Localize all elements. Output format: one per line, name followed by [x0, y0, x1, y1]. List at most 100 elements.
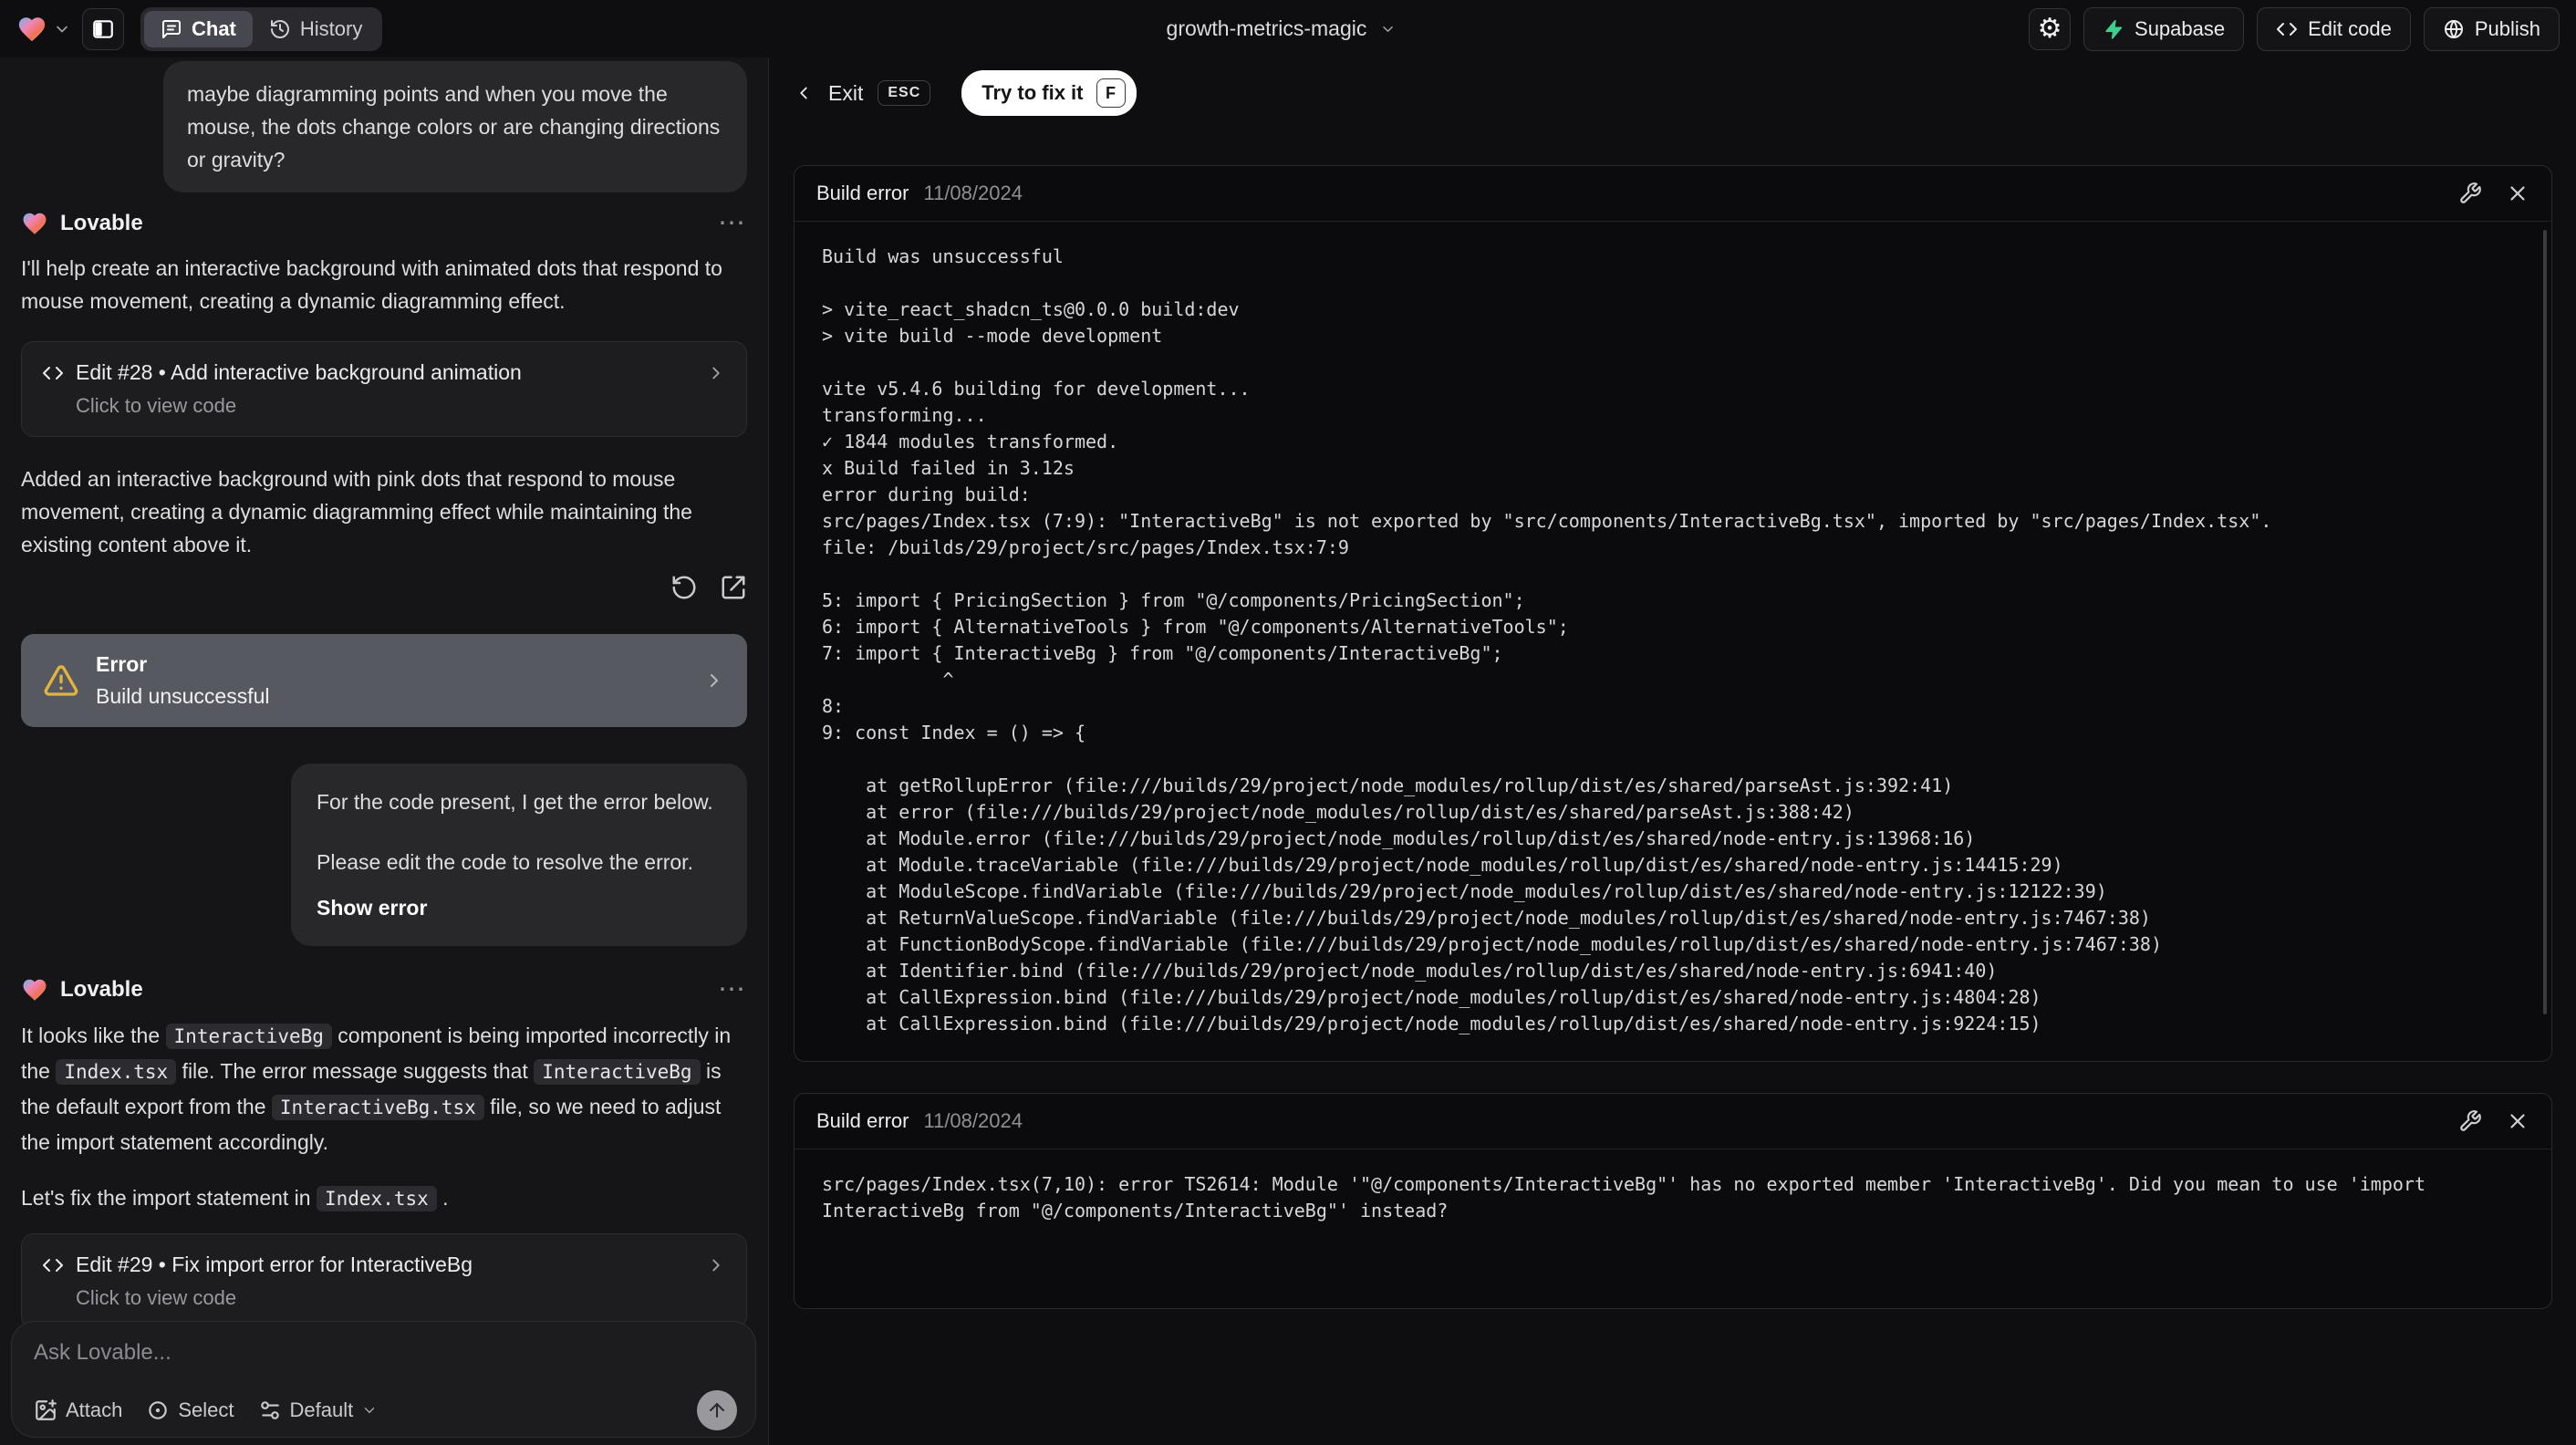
project-name: growth-metrics-magic	[1166, 16, 1367, 40]
tab-history[interactable]: History	[253, 11, 379, 47]
more-options-icon[interactable]: ⋯	[718, 973, 747, 1005]
assistant-message: I'll help create an interactive backgrou…	[21, 256, 722, 313]
edit-code-label: Edit code	[2308, 16, 2392, 40]
assistant-message: Added an interactive background with pin…	[21, 467, 692, 556]
exit-label: Exit	[828, 80, 864, 105]
inline-code: Index.tsx	[316, 1186, 437, 1211]
select-label: Select	[178, 1398, 234, 1421]
mode-label: Default	[289, 1398, 354, 1421]
refresh-icon	[672, 576, 696, 599]
wrench-icon[interactable]	[2458, 1109, 2482, 1133]
user-message: maybe diagramming points and when you mo…	[163, 61, 747, 192]
edit-29-title: Edit #29 • Fix import error for Interact…	[76, 1253, 473, 1276]
f-key-badge: F	[1096, 78, 1126, 108]
user-message-line: Please edit the code to resolve the erro…	[317, 850, 693, 874]
sliders-icon	[260, 1401, 279, 1419]
inline-code: InteractiveBg	[165, 1024, 332, 1049]
supabase-label: Supabase	[2135, 16, 2226, 40]
inline-code: Index.tsx	[56, 1059, 177, 1085]
chat-input[interactable]	[34, 1340, 737, 1380]
tab-chat-label: Chat	[192, 16, 236, 40]
close-icon[interactable]	[2506, 1109, 2529, 1133]
build-error-1-date: 11/08/2024	[923, 182, 1023, 204]
select-button[interactable]: Select	[146, 1398, 234, 1422]
select-target-icon	[149, 1401, 168, 1419]
open-preview-button[interactable]	[720, 574, 747, 601]
inline-code: InteractiveBg.tsx	[271, 1095, 484, 1120]
composer: Attach Select Default	[11, 1321, 756, 1438]
build-error-1-title: Build error	[816, 182, 909, 204]
tab-history-label: History	[299, 16, 363, 40]
settings-button[interactable]: ⚙	[2029, 7, 2072, 50]
edit-29-card[interactable]: Edit #29 • Fix import error for Interact…	[21, 1233, 747, 1329]
supabase-bolt-icon	[2105, 19, 2123, 39]
build-error-1-log[interactable]: Build was unsuccessful > vite_react_shad…	[795, 222, 2551, 1061]
edit-29-subtitle: Click to view code	[76, 1286, 237, 1309]
close-icon[interactable]	[2506, 182, 2529, 205]
build-error-2-date: 11/08/2024	[923, 1109, 1023, 1132]
supabase-button[interactable]: Supabase	[2083, 6, 2245, 51]
gear-icon: ⚙	[2037, 13, 2062, 44]
attach-label: Attach	[66, 1398, 123, 1421]
globe-icon	[2444, 19, 2463, 38]
show-error-link[interactable]: Show error	[317, 891, 427, 924]
try-to-fix-label: Try to fix it	[982, 81, 1084, 104]
send-button[interactable]	[697, 1390, 737, 1430]
try-to-fix-button[interactable]: Try to fix it F	[961, 70, 1137, 116]
build-error-2-log[interactable]: src/pages/Index.tsx(7,10): error TS2614:…	[795, 1149, 2551, 1308]
build-error-panel-2: Build error 11/08/2024 src/pages/Index.t…	[794, 1093, 2552, 1309]
lovable-heart-icon	[18, 16, 46, 41]
chevron-right-icon	[712, 1259, 720, 1271]
assistant-name: Lovable	[60, 976, 143, 1002]
edit-28-card[interactable]: Edit #28 • Add interactive background an…	[21, 341, 747, 437]
publish-button[interactable]: Publish	[2423, 6, 2560, 51]
attach-button[interactable]: Attach	[34, 1398, 122, 1422]
chat-history-tabs: Chat History	[140, 6, 383, 51]
build-error-1-header: Build error 11/08/2024	[795, 166, 2551, 222]
assistant-message: Let's fix the import statement in Index.…	[21, 1181, 747, 1215]
chevron-right-icon	[712, 367, 720, 379]
wrench-icon[interactable]	[2458, 182, 2482, 205]
image-attach-icon	[36, 1399, 57, 1420]
edit-code-button[interactable]: Edit code	[2257, 6, 2411, 51]
mode-selector[interactable]: Default	[258, 1398, 379, 1422]
text-segment: It looks like the	[21, 1024, 166, 1047]
build-error-1-actions	[2458, 182, 2529, 205]
app-window: Chat History growth-metrics-magic ⚙ Supa…	[0, 0, 2576, 1445]
build-error-2-actions	[2458, 1109, 2529, 1133]
toggle-sidebar-button[interactable]	[82, 7, 124, 50]
restore-button[interactable]	[670, 574, 698, 601]
topbar-left: Chat History	[16, 6, 383, 51]
exit-button[interactable]: Exit ESC	[794, 80, 931, 106]
text-segment: file. The error message suggests that	[176, 1059, 535, 1083]
code-icon	[43, 366, 63, 379]
arrow-up-icon	[710, 1403, 724, 1418]
edit-28-subtitle: Click to view code	[76, 394, 237, 417]
text-segment: .	[436, 1186, 449, 1210]
lovable-logo-menu[interactable]	[16, 14, 71, 45]
error-card-texts: Error Build unsuccessful	[96, 652, 687, 709]
chat-panel: maybe diagramming points and when you mo…	[0, 57, 769, 1445]
build-error-panel-1: Build error 11/08/2024 Build was unsucce…	[794, 165, 2552, 1062]
build-error-card[interactable]: Error Build unsuccessful	[21, 634, 747, 727]
message-utilities	[21, 574, 747, 601]
top-bar: Chat History growth-metrics-magic ⚙ Supa…	[0, 0, 2576, 57]
warning-triangle-icon	[44, 665, 78, 696]
build-error-2-header: Build error 11/08/2024	[795, 1094, 2551, 1149]
preview-header: Exit ESC Try to fix it F	[794, 57, 2552, 129]
chevron-right-icon	[711, 674, 718, 687]
chat-message-list[interactable]: maybe diagramming points and when you mo…	[0, 57, 768, 1445]
scrollbar-thumb[interactable]	[2543, 230, 2547, 1014]
error-card-subtitle: Build unsuccessful	[96, 684, 270, 708]
more-options-icon[interactable]: ⋯	[718, 207, 747, 239]
tab-chat[interactable]: Chat	[144, 10, 253, 47]
lovable-heart-icon	[23, 979, 47, 1001]
edit-29-row: Edit #29 • Fix import error for Interact…	[42, 1253, 726, 1277]
user-message-line: For the code present, I get the error be…	[317, 790, 713, 814]
edit-28-title: Edit #28 • Add interactive background an…	[76, 360, 522, 384]
code-icon	[2277, 22, 2298, 36]
project-switcher[interactable]: growth-metrics-magic	[1167, 0, 1397, 57]
history-icon	[270, 19, 289, 38]
code-icon	[43, 1258, 63, 1272]
